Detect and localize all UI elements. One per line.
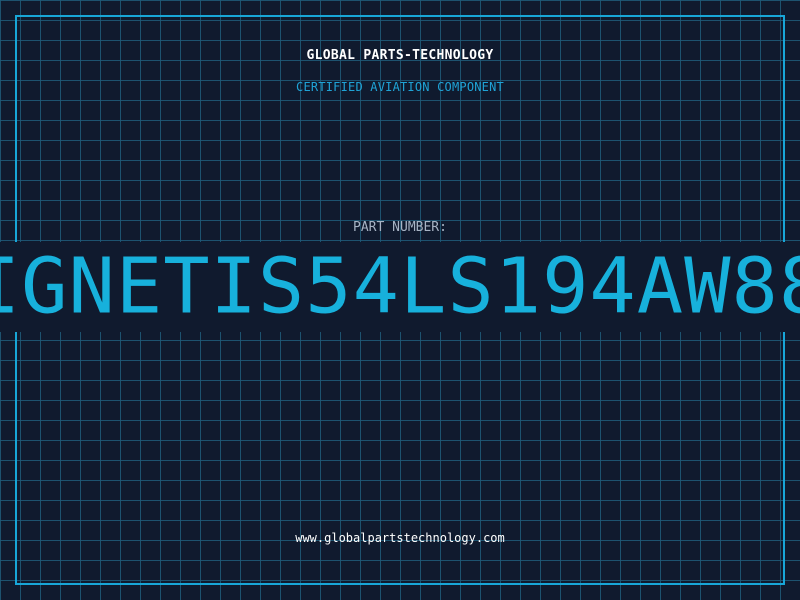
part-number-band: SIGNETIS54LS194AW883 <box>0 242 800 332</box>
website-url: www.globalpartstechnology.com <box>295 531 505 545</box>
part-number-card: GLOBAL PARTS-TECHNOLOGY CERTIFIED AVIATI… <box>0 0 800 600</box>
part-number-value: SIGNETIS54LS194AW883 <box>0 242 800 332</box>
part-number-label: PART NUMBER: <box>353 220 447 235</box>
certification-tagline: CERTIFIED AVIATION COMPONENT <box>296 80 504 94</box>
company-name: GLOBAL PARTS-TECHNOLOGY <box>306 48 494 63</box>
